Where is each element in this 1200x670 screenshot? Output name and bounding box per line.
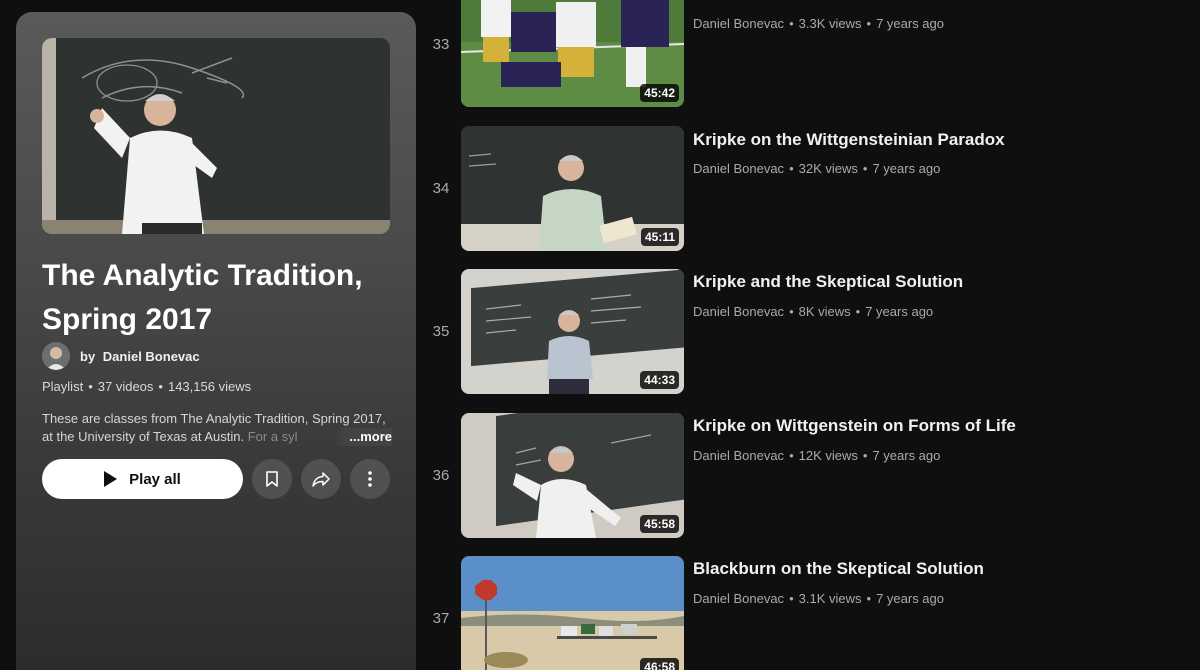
playlist-video-list: 33 45:42 Daniel Bonevac • 3.3K views • 7…: [420, 0, 1200, 670]
video-meta: Daniel Bonevac • 32K views • 7 years ago: [693, 160, 941, 176]
playlist-views: 143,156 views: [167, 379, 252, 394]
playlist-video-item[interactable]: 36 45:58 Kripke on Wittgenstein on Forms…: [420, 412, 1200, 557]
video-index: 34: [432, 179, 450, 197]
video-title[interactable]: Blackburn on the Skeptical Solution: [693, 559, 984, 579]
video-thumbnail[interactable]: 45:11: [461, 125, 684, 251]
video-age: 7 years ago: [876, 591, 944, 606]
video-meta: Daniel Bonevac • 12K views • 7 years ago: [693, 447, 941, 463]
video-index: 36: [432, 466, 450, 484]
video-index: 37: [432, 610, 450, 627]
video-meta: Daniel Bonevac • 3.3K views • 7 years ago: [693, 16, 944, 31]
playlist-video-item[interactable]: 33 45:42 Daniel Bonevac • 3.3K views • 7…: [420, 0, 1200, 126]
play-icon: [104, 471, 118, 487]
video-duration: 44:33: [640, 371, 679, 389]
video-duration: 46:58: [640, 658, 679, 670]
playlist-video-item[interactable]: 35 44:33 Kripke and the Skeptical Soluti…: [420, 269, 1200, 413]
play-all-button[interactable]: Play all: [42, 459, 243, 499]
playlist-title: The Analytic Tradition, Spring 2017: [42, 254, 402, 342]
video-views: 3.3K views: [798, 16, 862, 31]
video-title[interactable]: Kripke and the Skeptical Solution: [693, 272, 963, 292]
playlist-video-item[interactable]: 34 45:11 Kripke on the Wittgensteinian P…: [420, 125, 1200, 270]
video-age: 7 years ago: [872, 447, 941, 463]
playlist-description[interactable]: These are classes from The Analytic Trad…: [42, 410, 392, 446]
playlist-type: Playlist: [42, 379, 84, 394]
save-playlist-button[interactable]: [252, 459, 292, 499]
video-meta: Daniel Bonevac • 8K views • 7 years ago: [693, 304, 934, 319]
description-more-button[interactable]: ...more: [333, 428, 392, 446]
video-channel[interactable]: Daniel Bonevac: [693, 161, 784, 176]
video-title[interactable]: Kripke on the Wittgensteinian Paradox: [693, 130, 1005, 150]
video-index: 35: [432, 323, 450, 340]
video-channel[interactable]: Daniel Bonevac: [693, 16, 784, 31]
playlist-title-line1: The Analytic Tradition,: [42, 259, 363, 292]
share-icon: [312, 472, 330, 487]
video-thumbnail[interactable]: 45:42: [461, 0, 684, 107]
video-age: 7 years ago: [876, 16, 944, 31]
play-all-label: Play all: [129, 470, 181, 488]
owner-prefix: by: [80, 348, 96, 364]
video-index: 33: [432, 36, 450, 53]
video-meta: Daniel Bonevac • 3.1K views • 7 years ago: [693, 591, 944, 606]
video-thumbnail[interactable]: 44:33: [461, 269, 684, 394]
video-title[interactable]: Kripke on Wittgenstein on Forms of Life: [693, 416, 1016, 436]
video-channel[interactable]: Daniel Bonevac: [693, 304, 784, 319]
playlist-video-item[interactable]: 37 46:58 Blackburn on the Skeptical Solu…: [420, 556, 1200, 670]
owner-avatar[interactable]: [42, 342, 70, 370]
playlist-video-count: 37 videos: [97, 379, 154, 394]
video-views: 12K views: [798, 447, 858, 463]
video-duration: 45:11: [640, 227, 679, 246]
share-playlist-button[interactable]: [301, 459, 341, 499]
video-views: 3.1K views: [798, 591, 862, 606]
playlist-owner[interactable]: by Daniel Bonevac: [42, 342, 200, 370]
video-age: 7 years ago: [872, 160, 941, 176]
youtube-playlist-page: The Analytic Tradition, Spring 2017 by D…: [0, 0, 1200, 670]
video-channel[interactable]: Daniel Bonevac: [693, 448, 784, 463]
playlist-title-line2: Spring 2017: [42, 303, 213, 336]
playlist-stats: Playlist • 37 videos • 143,156 views: [42, 379, 252, 394]
video-thumbnail[interactable]: 46:58: [461, 556, 684, 670]
video-duration: 45:58: [640, 514, 679, 533]
video-duration: 45:42: [640, 84, 679, 102]
playlist-cover-thumbnail[interactable]: [42, 38, 390, 234]
owner-name[interactable]: Daniel Bonevac: [103, 349, 200, 364]
video-views: 8K views: [798, 304, 851, 319]
video-age: 7 years ago: [865, 304, 934, 319]
video-views: 32K views: [798, 160, 858, 176]
more-vertical-icon: [368, 471, 372, 487]
more-actions-button[interactable]: [350, 459, 390, 499]
video-thumbnail[interactable]: 45:58: [461, 412, 684, 538]
video-channel[interactable]: Daniel Bonevac: [693, 591, 784, 606]
playlist-header-panel: The Analytic Tradition, Spring 2017 by D…: [16, 12, 416, 670]
bookmark-icon: [266, 471, 278, 487]
playlist-description-fade: For a syl: [244, 429, 298, 444]
playlist-actions: Play all: [42, 459, 390, 499]
